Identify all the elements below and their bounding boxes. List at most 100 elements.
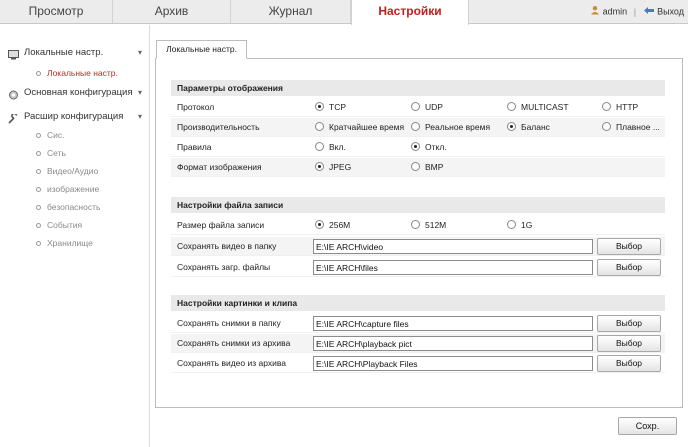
bullet-icon [36, 133, 41, 139]
radio-label: TCP [329, 102, 346, 112]
logout-link[interactable]: Выход [657, 7, 684, 17]
radio-dot [507, 220, 516, 230]
tab-archive[interactable]: Архив [113, 0, 231, 23]
row-performance: Производительность Кратчайшее время Реал… [171, 118, 665, 137]
archive-video-folder-input[interactable] [313, 356, 593, 371]
sidebar-item-label: изображение [47, 184, 100, 194]
radio-label: Кратчайшее время [329, 122, 405, 132]
sidebar-section-advanced[interactable]: Расшир конфигурация ▾ [0, 107, 150, 127]
radio-smooth[interactable]: Плавное ... [602, 122, 660, 133]
radio-dot [507, 102, 516, 112]
sidebar-item-network[interactable]: Сеть [36, 146, 66, 160]
radio-1g[interactable]: 1G [507, 220, 532, 231]
row-archive-snapshot-folder: Сохранять снимки из архива Выбор [171, 334, 665, 353]
radio-dot [411, 220, 420, 230]
sidebar-item-image[interactable]: изображение [36, 182, 99, 196]
section-clip-settings: Настройки картинки и клипа [171, 295, 665, 311]
sidebar-item-label: Сис. [47, 130, 65, 140]
bullet-icon [36, 169, 41, 175]
radio-jpeg[interactable]: JPEG [315, 162, 351, 173]
sidebar-item-events[interactable]: События [36, 218, 82, 232]
radio-rules-off[interactable]: Откл. [411, 142, 447, 153]
settings-icon [8, 88, 19, 100]
wrench-icon [8, 112, 19, 124]
radio-udp[interactable]: UDP [411, 102, 443, 113]
chevron-down-icon: ▾ [137, 88, 142, 97]
tab-local-settings[interactable]: Локальные настр. [156, 40, 247, 59]
radio-label: 1G [521, 220, 533, 230]
download-folder-input[interactable] [313, 260, 593, 275]
radio-512m[interactable]: 512M [411, 220, 446, 231]
sidebar-item-system[interactable]: Сис. [36, 128, 65, 142]
radio-real-time[interactable]: Реальное время [411, 122, 490, 133]
download-folder-label: Сохранять загр. файлы [177, 262, 271, 272]
chevron-down-icon: ▾ [137, 48, 142, 57]
archive-video-folder-label: Сохранять видео из архива [177, 358, 287, 368]
section-display-params: Параметры отображения [171, 80, 665, 96]
video-folder-input[interactable] [313, 239, 593, 254]
top-nav: Просмотр Архив Журнал Настройки admin | … [0, 0, 688, 25]
sidebar-item-storage[interactable]: Хранилище [36, 236, 93, 250]
browse-archive-snapshot-folder-button[interactable]: Выбор [597, 335, 661, 352]
radio-label: BMP [425, 162, 444, 172]
radio-dot [411, 162, 420, 172]
browse-video-folder-button[interactable]: Выбор [597, 238, 661, 255]
row-file-size: Размер файла записи 256M 512M 1G [171, 216, 665, 235]
sidebar-item-label: Локальные настр. [47, 68, 118, 78]
chevron-down-icon: ▾ [137, 112, 142, 121]
radio-tcp[interactable]: TCP [315, 102, 346, 113]
sidebar-section-label: Основная конфигурация [24, 87, 133, 98]
bullet-icon [36, 223, 41, 229]
row-image-format: Формат изображения JPEG BMP [171, 158, 665, 177]
row-rules: Правила Вкл. Откл. [171, 138, 665, 157]
sidebar-item-security[interactable]: безопасность [36, 200, 100, 214]
radio-dot [602, 122, 611, 132]
snapshot-folder-input[interactable] [313, 316, 593, 331]
radio-dot-selected [411, 142, 420, 152]
tab-settings[interactable]: Настройки [351, 0, 469, 25]
save-button[interactable]: Сохр. [618, 417, 677, 435]
sidebar-item-label: События [47, 220, 83, 230]
radio-bmp[interactable]: BMP [411, 162, 443, 173]
snapshot-folder-label: Сохранять снимки в папку [177, 318, 281, 328]
rules-label: Правила [177, 142, 212, 152]
bullet-icon [36, 71, 41, 77]
bullet-icon [36, 187, 41, 193]
radio-label: HTTP [616, 102, 639, 112]
sidebar-section-basic[interactable]: Основная конфигурация ▾ [0, 83, 150, 103]
browse-download-folder-button[interactable]: Выбор [597, 259, 661, 276]
sidebar-item-video-audio[interactable]: Видео/Аудио [36, 164, 98, 178]
radio-label: Баланс [521, 122, 550, 132]
radio-label: 256M [329, 220, 351, 230]
radio-dot-selected [315, 220, 324, 230]
archive-snapshot-folder-input[interactable] [313, 336, 593, 351]
username[interactable]: admin [603, 7, 628, 17]
performance-label: Производительность [177, 122, 260, 132]
radio-label: UDP [425, 102, 443, 112]
radio-dot [411, 122, 420, 132]
row-video-folder: Сохранять видео в папку Выбор [171, 237, 665, 256]
radio-shortest-time[interactable]: Кратчайшее время [315, 122, 404, 133]
browse-archive-video-folder-button[interactable]: Выбор [597, 355, 661, 372]
tab-preview[interactable]: Просмотр [0, 0, 113, 23]
computer-icon [8, 48, 19, 60]
video-folder-label: Сохранять видео в папку [177, 241, 277, 251]
radio-multicast[interactable]: MULTICAST [507, 102, 569, 113]
radio-label: MULTICAST [521, 102, 569, 112]
sidebar-section-local[interactable]: Локальные настр. ▾ [0, 43, 150, 63]
radio-256m[interactable]: 256M [315, 220, 350, 231]
radio-balance[interactable]: Баланс [507, 122, 550, 133]
radio-http[interactable]: HTTP [602, 102, 638, 113]
row-archive-video-folder: Сохранять видео из архива Выбор [171, 354, 665, 373]
tab-log[interactable]: Журнал [231, 0, 351, 23]
bullet-icon [36, 151, 41, 157]
user-area: admin | Выход [590, 0, 684, 23]
radio-dot-selected [507, 122, 516, 132]
divider: | [633, 6, 637, 17]
image-format-label: Формат изображения [177, 162, 262, 172]
radio-rules-on[interactable]: Вкл. [315, 142, 346, 153]
sidebar-item-local-settings[interactable]: Локальные настр. [36, 66, 118, 80]
browse-snapshot-folder-button[interactable]: Выбор [597, 315, 661, 332]
radio-label: Откл. [425, 142, 447, 152]
sidebar-item-label: Хранилище [47, 238, 93, 248]
